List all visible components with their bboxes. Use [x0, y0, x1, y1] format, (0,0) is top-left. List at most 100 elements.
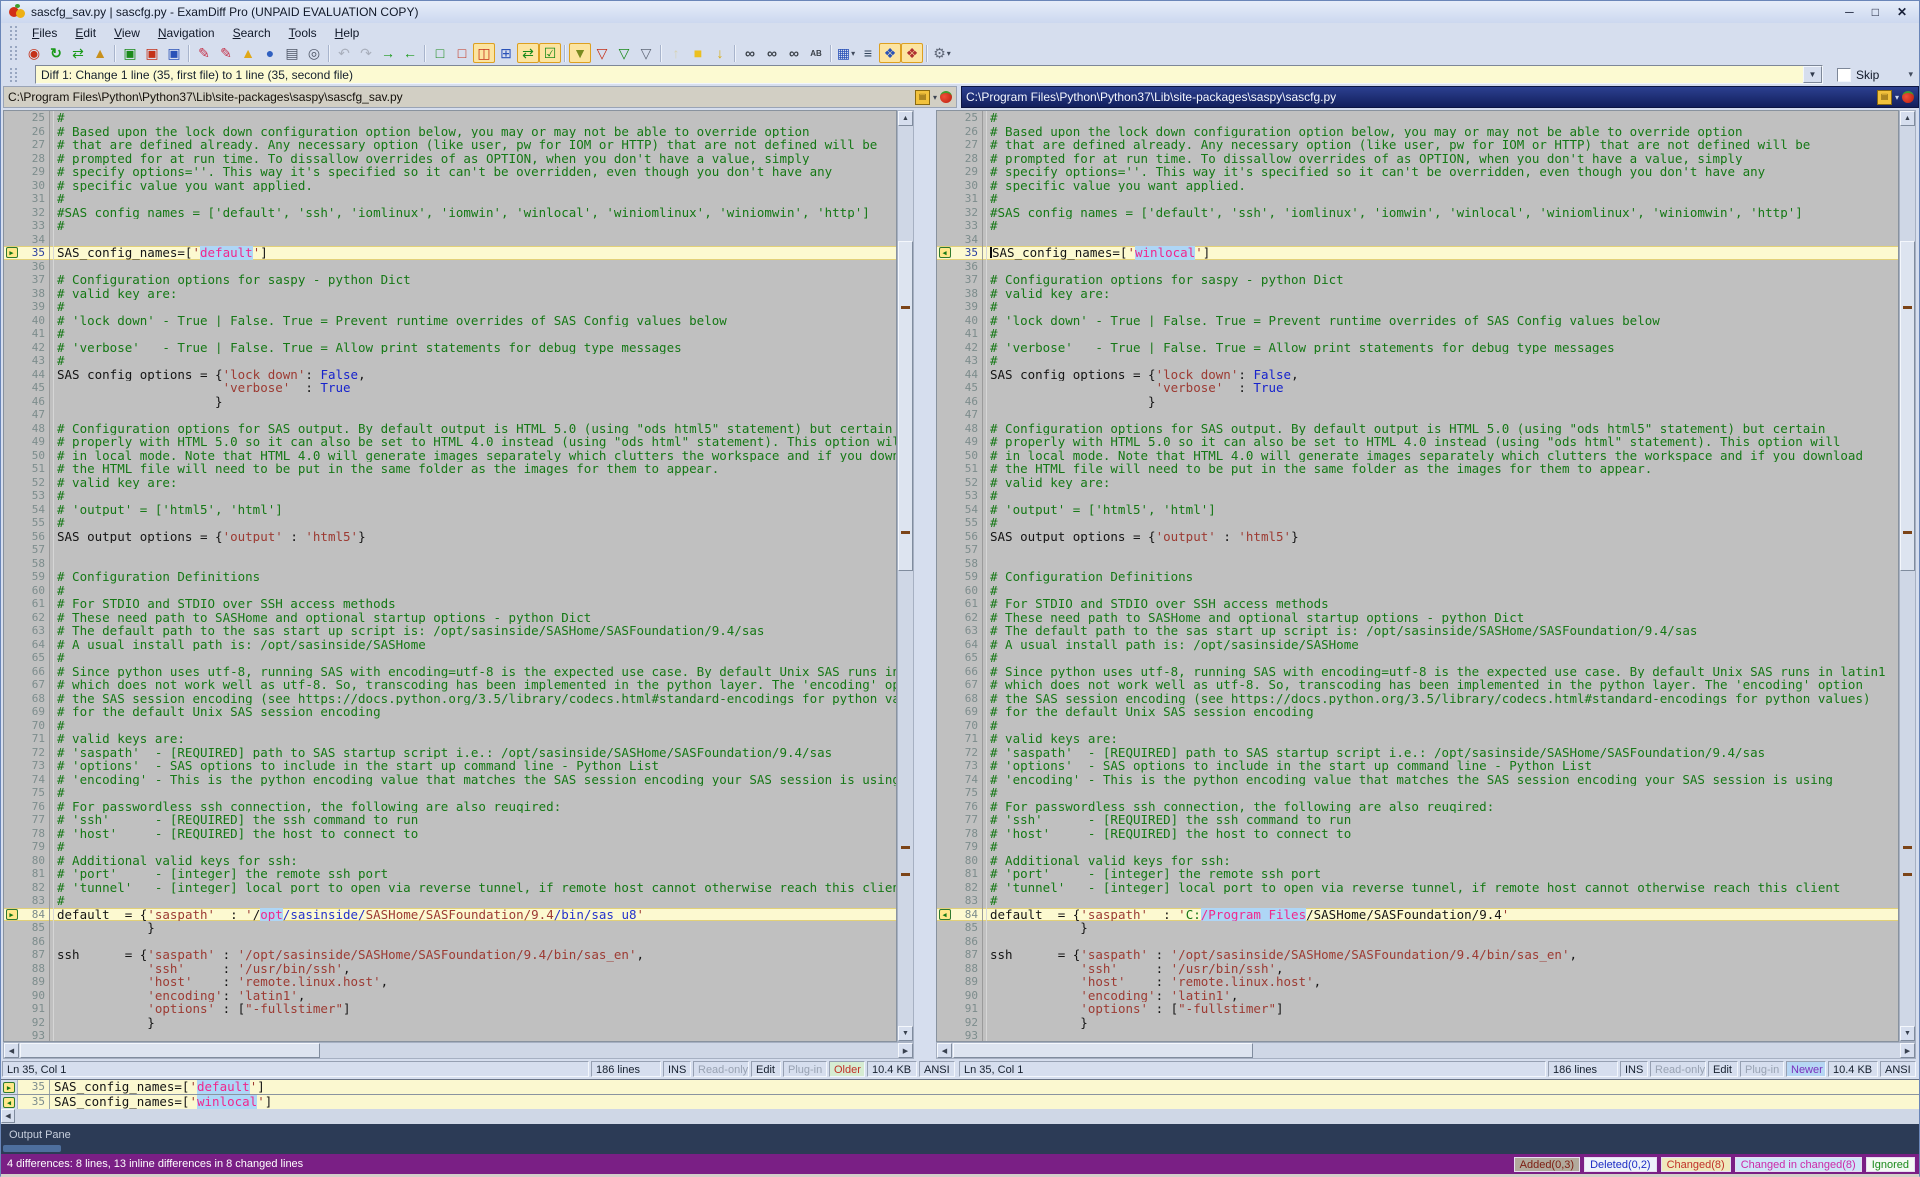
edit-first-file-icon[interactable]: ✎ — [193, 43, 215, 63]
save-all-icon[interactable]: ▣ — [163, 43, 185, 63]
combo-dropdown-icon[interactable]: ▼ — [1803, 66, 1822, 83]
code-line-93[interactable]: 93 — [937, 1029, 1898, 1042]
code-line-90[interactable]: 90 'encoding': 'latin1', — [4, 989, 896, 1003]
copy-to-right-icon[interactable]: → — [377, 43, 399, 63]
menu-files[interactable]: Files — [23, 24, 66, 42]
previous-diff-icon[interactable]: ↑ — [665, 43, 687, 63]
code-line-92[interactable]: 92 } — [4, 1016, 896, 1030]
code-line-80[interactable]: 80# Additional valid keys for ssh: — [4, 854, 896, 868]
code-line-51[interactable]: 51# the HTML file will need to be put in… — [937, 462, 1898, 476]
code-line-29[interactable]: 29# specify options=''. This way it's sp… — [937, 165, 1898, 179]
compare-files-icon[interactable]: ◉ — [23, 43, 45, 63]
code-line-69[interactable]: 69# for the default Unix SAS session enc… — [937, 705, 1898, 719]
left-code-pane[interactable]: 25#26# Based upon the lock_down configur… — [3, 110, 897, 1042]
code-line-45[interactable]: 45 'verbose' : True — [937, 381, 1898, 395]
sync-scroll-icon[interactable]: ⇄ — [517, 43, 539, 63]
scrollbar-thumb[interactable] — [20, 1043, 320, 1058]
edit-second-file-icon[interactable]: ✎ — [215, 43, 237, 63]
code-line-83[interactable]: 83# — [937, 894, 1898, 908]
code-line-30[interactable]: 30# specific value you want applied. — [4, 179, 896, 193]
scroll-up-icon[interactable]: ▲ — [898, 111, 913, 126]
code-line-32[interactable]: 32#SAS_config_names = ['default', 'ssh',… — [4, 206, 896, 220]
code-line-86[interactable]: 86 — [4, 935, 896, 949]
code-line-73[interactable]: 73# 'options' - SAS options to include i… — [4, 759, 896, 773]
plugin-edit-icon[interactable]: ❖ — [901, 43, 923, 63]
code-line-42[interactable]: 42# 'verbose' - True | False. True = All… — [937, 341, 1898, 355]
code-line-62[interactable]: 62# These need path to SASHome and optio… — [937, 611, 1898, 625]
code-line-39[interactable]: 39# — [937, 300, 1898, 314]
auto-recompare-icon[interactable]: ☑ — [539, 43, 561, 63]
code-line-49[interactable]: 49# properly with HTML 5.0 so it can als… — [4, 435, 896, 449]
copy-path-icon[interactable]: ▤ — [915, 90, 930, 105]
left-pane-header[interactable]: C:\Program Files\Python\Python37\Lib\sit… — [3, 86, 957, 108]
recompare-icon[interactable]: ↻ — [45, 43, 67, 63]
code-line-52[interactable]: 52# valid key are: — [937, 476, 1898, 490]
code-line-35[interactable]: ▶35SAS_config_names=['default'] — [4, 246, 896, 260]
code-line-26[interactable]: 26# Based upon the lock_down configurati… — [4, 125, 896, 139]
scroll-up-icon[interactable]: ▲ — [1900, 111, 1915, 126]
code-line-28[interactable]: 28# prompted for at run time. To dissall… — [937, 152, 1898, 166]
print-preview-icon[interactable]: ◎ — [303, 43, 325, 63]
code-line-40[interactable]: 40# 'lock_down' - True | False. True = P… — [4, 314, 896, 328]
code-line-26[interactable]: 26# Based upon the lock_down configurati… — [937, 125, 1898, 139]
copy-path-icon[interactable]: ▤ — [1877, 90, 1892, 105]
code-line-44[interactable]: 44SAS_config_options = {'lock_down': Fal… — [937, 368, 1898, 382]
scroll-right-icon[interactable]: ▶ — [898, 1043, 913, 1058]
scrollbar-thumb[interactable] — [898, 241, 913, 571]
copy-to-left-marker-icon[interactable]: ◀ — [939, 909, 951, 920]
code-line-52[interactable]: 52# valid key are: — [4, 476, 896, 490]
scroll-right-icon[interactable]: ▶ — [1900, 1043, 1915, 1058]
current-diff-icon[interactable]: ■ — [687, 43, 709, 63]
right-code-pane[interactable]: 25#26# Based upon the lock_down configur… — [936, 110, 1899, 1042]
right-vertical-scrollbar[interactable]: ▲ ▼ — [1899, 110, 1916, 1042]
code-line-25[interactable]: 25# — [4, 111, 896, 125]
right-pane-header[interactable]: C:\Program Files\Python\Python37\Lib\sit… — [961, 86, 1919, 108]
code-line-58[interactable]: 58 — [4, 557, 896, 571]
filter-second-icon[interactable]: ▽ — [613, 43, 635, 63]
find-icon[interactable]: ∞ — [739, 43, 761, 63]
code-line-76[interactable]: 76# For passwordless ssh connection, the… — [937, 800, 1898, 814]
scroll-down-icon[interactable]: ▼ — [898, 1026, 913, 1041]
menu-navigation[interactable]: Navigation — [149, 24, 224, 42]
swap-panes-icon[interactable]: ⇄ — [67, 43, 89, 63]
code-line-91[interactable]: 91 'options' : ["-fullstimer"] — [4, 1002, 896, 1016]
save-second-file-icon[interactable]: ▣ — [141, 43, 163, 63]
copy-to-right-marker-icon[interactable]: ▶ — [3, 1082, 15, 1093]
code-line-62[interactable]: 62# These need path to SASHome and optio… — [4, 611, 896, 625]
code-line-66[interactable]: 66# Since python uses utf-8, running SAS… — [4, 665, 896, 679]
compare-app-icon[interactable] — [1902, 91, 1914, 103]
copy-to-right-marker-icon[interactable]: ▶ — [6, 909, 18, 920]
code-line-64[interactable]: 64# A usual install path is: /opt/sasins… — [4, 638, 896, 652]
code-line-82[interactable]: 82# 'tunnel' - [integer] local port to o… — [4, 881, 896, 895]
replace-icon[interactable]: AB — [805, 43, 827, 63]
code-line-42[interactable]: 42# 'verbose' - True | False. True = All… — [4, 341, 896, 355]
code-line-86[interactable]: 86 — [937, 935, 1898, 949]
publish-report-icon[interactable]: ● — [259, 43, 281, 63]
code-line-54[interactable]: 54# 'output' = ['html5', 'html'] — [937, 503, 1898, 517]
menu-view[interactable]: View — [105, 24, 149, 42]
scroll-left-icon[interactable]: ◀ — [1, 1109, 15, 1123]
code-line-70[interactable]: 70# — [4, 719, 896, 733]
code-line-28[interactable]: 28# prompted for at run time. To dissall… — [4, 152, 896, 166]
code-line-43[interactable]: 43# — [4, 354, 896, 368]
code-line-33[interactable]: 33# — [4, 219, 896, 233]
code-line-35[interactable]: ◀35SAS_config_names=['winlocal'] — [937, 246, 1898, 260]
right-horizontal-scrollbar[interactable]: ◀ ▶ — [936, 1042, 1916, 1059]
code-line-89[interactable]: 89 'host' : 'remote.linux.host', — [4, 975, 896, 989]
print-icon[interactable]: ▤ — [281, 43, 303, 63]
diff-detail-scrollbar[interactable]: ◀ — [1, 1109, 1919, 1125]
code-line-83[interactable]: 83# — [4, 894, 896, 908]
show-identical-icon[interactable]: □ — [429, 43, 451, 63]
code-line-40[interactable]: 40# 'lock_down' - True | False. True = P… — [937, 314, 1898, 328]
redo-icon[interactable]: ↷ — [355, 43, 377, 63]
code-line-41[interactable]: 41# — [4, 327, 896, 341]
filter-all-icon[interactable]: ▼ — [569, 43, 591, 63]
copy-to-left-marker-icon[interactable]: ◀ — [3, 1097, 15, 1108]
code-line-55[interactable]: 55# — [4, 516, 896, 530]
code-line-57[interactable]: 57 — [4, 543, 896, 557]
output-pane-tab[interactable] — [3, 1145, 61, 1152]
compare-app-icon[interactable] — [940, 91, 952, 103]
code-line-56[interactable]: 56SAS_output_options = {'output' : 'html… — [937, 530, 1898, 544]
copy-to-left-marker-icon[interactable]: ◀ — [939, 247, 951, 258]
code-line-37[interactable]: 37# Configuration options for saspy - py… — [937, 273, 1898, 287]
